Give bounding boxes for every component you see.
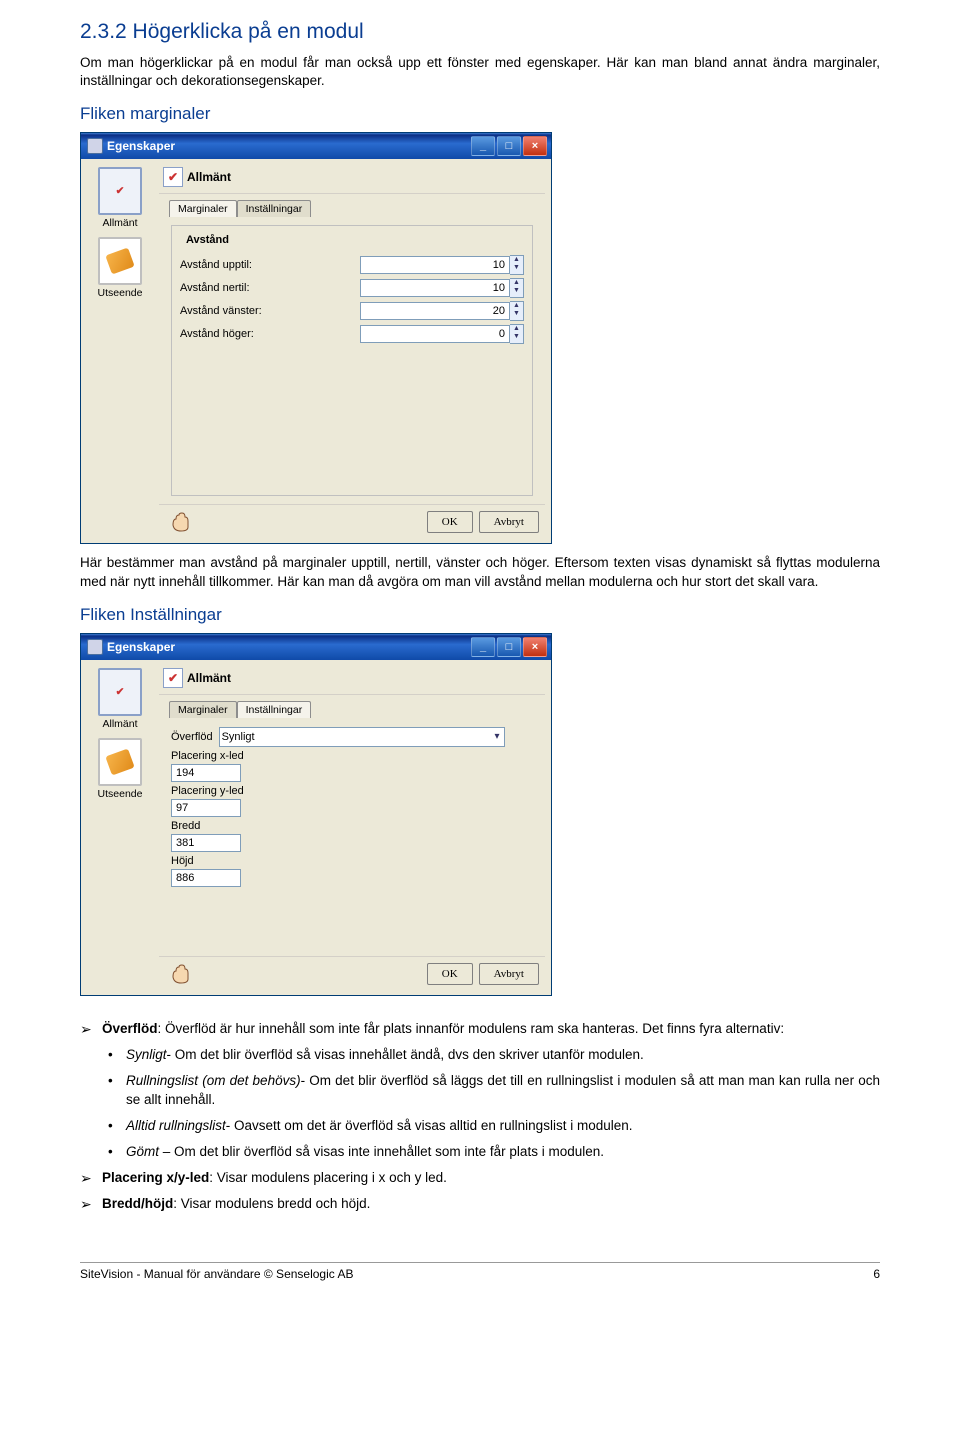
margin-bottom-input[interactable] (360, 279, 510, 297)
check-icon: ✔ (163, 167, 183, 187)
spinner[interactable]: ▲▼ (510, 301, 524, 321)
group-avstand: Avstånd Avstånd upptil: ▲▼ Avstånd nerti… (171, 225, 533, 496)
close-button[interactable]: × (523, 637, 547, 657)
pos-x-input[interactable] (171, 764, 241, 782)
margin-left-input[interactable] (360, 302, 510, 320)
margin-right-input[interactable] (360, 325, 510, 343)
window-title: Egenskaper (107, 139, 175, 153)
close-button[interactable]: × (523, 136, 547, 156)
maximize-button[interactable]: □ (497, 136, 521, 156)
text: : Visar modulens placering i x och y led… (209, 1170, 447, 1185)
sidebar-item-label: Utseende (85, 287, 155, 299)
cancel-button[interactable]: Avbryt (479, 511, 539, 533)
text: : Visar modulens bredd och höjd. (173, 1196, 370, 1211)
field-label: Avstånd upptil: (180, 259, 252, 271)
overflow-value: Synligt (222, 731, 255, 743)
bullet-overflow: Överflöd: Överflöd är hur innehåll som i… (80, 1020, 880, 1161)
maximize-button[interactable]: □ (497, 637, 521, 657)
overflow-label: Överflöd (171, 731, 213, 743)
term: Överflöd (102, 1021, 158, 1036)
field-label: Bredd (171, 820, 533, 832)
title-bar: Egenskaper _ □ × (81, 634, 551, 660)
spinner[interactable]: ▲▼ (510, 324, 524, 344)
desc-marginaler: Här bestämmer man avstånd på marginaler … (80, 554, 880, 590)
term: Gömt (126, 1144, 159, 1159)
hand-icon (169, 511, 193, 533)
overflow-select[interactable]: Synligt ▾ (219, 727, 505, 747)
term: Rullningslist (om det behövs) (126, 1073, 301, 1088)
term: Alltid rullningslist (126, 1118, 226, 1133)
category-sidebar: ✔ Allmänt Utseende (81, 159, 159, 543)
term: Placering x/y-led (102, 1170, 209, 1185)
term: Bredd/höjd (102, 1196, 173, 1211)
sidebar-item-allmant[interactable]: ✔ Allmänt (85, 167, 155, 229)
field-label: Höjd (171, 855, 533, 867)
tab-marginaler[interactable]: Marginaler (169, 701, 237, 718)
text: – Om det blir överflöd så visas inte inn… (159, 1144, 604, 1159)
check-icon: ✔ (163, 668, 183, 688)
minimize-button[interactable]: _ (471, 136, 495, 156)
width-input[interactable] (171, 834, 241, 852)
subheading-marginaler: Fliken marginaler (80, 104, 880, 124)
group-title: Avstånd (182, 234, 233, 246)
margin-top-input[interactable] (360, 256, 510, 274)
panel-title: Allmänt (187, 671, 231, 685)
term: Synligt (126, 1047, 167, 1062)
brush-icon (105, 748, 134, 775)
text: : Överflöd är hur innehåll som inte får … (158, 1021, 785, 1036)
subbullet-gomt: Gömt – Om det blir överflöd så visas int… (108, 1143, 880, 1161)
field-label: Placering x-led (171, 750, 533, 762)
hand-icon (169, 963, 193, 985)
brush-icon (105, 248, 134, 275)
ok-button[interactable]: OK (427, 511, 473, 533)
category-sidebar: ✔ Allmänt Utseende (81, 660, 159, 995)
sidebar-item-label: Utseende (85, 788, 155, 800)
intro-paragraph: Om man högerklickar på en modul får man … (80, 54, 880, 90)
sidebar-item-allmant[interactable]: ✔ Allmänt (85, 668, 155, 730)
tab-marginaler[interactable]: Marginaler (169, 200, 237, 217)
subbullet-alltid: Alltid rullningslist- Oavsett om det är … (108, 1117, 880, 1135)
subheading-installningar: Fliken Inställningar (80, 605, 880, 625)
section-heading: 2.3.2 Högerklicka på en modul (80, 20, 880, 44)
text: - Oavsett om det är överflöd så visas al… (226, 1118, 633, 1133)
tab-installningar[interactable]: Inställningar (237, 200, 312, 217)
sidebar-item-label: Allmänt (85, 217, 155, 229)
footer-text: SiteVision - Manual för användare © Sens… (80, 1267, 353, 1281)
properties-dialog-marginaler: Egenskaper _ □ × ✔ Allmänt Utseende (80, 132, 552, 544)
field-label: Avstånd nertil: (180, 282, 250, 294)
ok-button[interactable]: OK (427, 963, 473, 985)
subbullet-synligt: Synligt- Om det blir överflöd så visas i… (108, 1046, 880, 1064)
check-icon: ✔ (116, 185, 125, 197)
minimize-button[interactable]: _ (471, 637, 495, 657)
tab-installningar[interactable]: Inställningar (237, 701, 312, 718)
title-bar: Egenskaper _ □ × (81, 133, 551, 159)
field-label: Avstånd höger: (180, 328, 254, 340)
sidebar-item-label: Allmänt (85, 718, 155, 730)
chevron-down-icon: ▾ (495, 731, 502, 742)
sidebar-item-utseende[interactable]: Utseende (85, 738, 155, 800)
bullet-placering: Placering x/y-led: Visar modulens placer… (80, 1169, 880, 1187)
app-icon (87, 138, 103, 154)
height-input[interactable] (171, 869, 241, 887)
bullet-bredd-hojd: Bredd/höjd: Visar modulens bredd och höj… (80, 1195, 880, 1213)
cancel-button[interactable]: Avbryt (479, 963, 539, 985)
check-icon: ✔ (116, 686, 125, 698)
field-label: Placering y-led (171, 785, 533, 797)
pos-y-input[interactable] (171, 799, 241, 817)
spinner[interactable]: ▲▼ (510, 255, 524, 275)
text: - Om det blir överflöd så visas innehåll… (167, 1047, 644, 1062)
page-number: 6 (873, 1267, 880, 1281)
window-title: Egenskaper (107, 640, 175, 654)
panel-title: Allmänt (187, 170, 231, 184)
properties-dialog-installningar: Egenskaper _ □ × ✔ Allmänt Utseende (80, 633, 552, 996)
spinner[interactable]: ▲▼ (510, 278, 524, 298)
sidebar-item-utseende[interactable]: Utseende (85, 237, 155, 299)
field-label: Avstånd vänster: (180, 305, 262, 317)
app-icon (87, 639, 103, 655)
subbullet-rullningslist: Rullningslist (om det behövs)- Om det bl… (108, 1072, 880, 1108)
